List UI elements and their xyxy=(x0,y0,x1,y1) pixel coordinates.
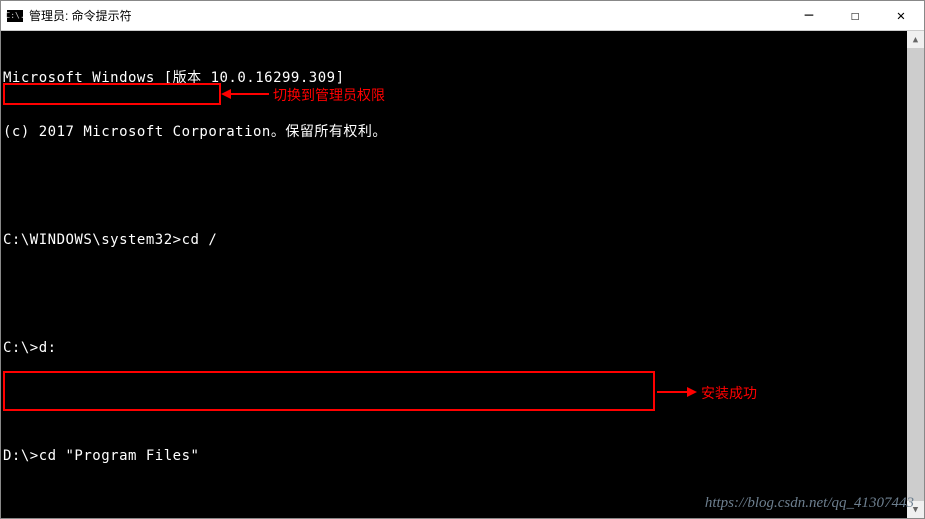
scroll-up-button[interactable]: ▲ xyxy=(907,31,924,48)
close-button[interactable]: ✕ xyxy=(878,1,924,30)
cmd-icon: C:\. xyxy=(7,10,23,22)
vertical-scrollbar[interactable]: ▲ ▼ xyxy=(907,31,924,518)
terminal-line: Microsoft Windows [版本 10.0.16299.309] xyxy=(3,69,924,87)
terminal-line: (c) 2017 Microsoft Corporation。保留所有权利。 xyxy=(3,123,924,141)
window-controls: ─ ☐ ✕ xyxy=(786,1,924,30)
terminal-line: D:\>cd "Program Files" xyxy=(3,447,924,465)
terminal-line: C:\>d: xyxy=(3,339,924,357)
terminal-line xyxy=(3,285,924,303)
terminal-line xyxy=(3,177,924,195)
minimize-button[interactable]: ─ xyxy=(786,1,832,30)
terminal-line xyxy=(3,501,924,518)
scroll-thumb[interactable] xyxy=(907,48,924,501)
scroll-down-button[interactable]: ▼ xyxy=(907,501,924,518)
maximize-button[interactable]: ☐ xyxy=(832,1,878,30)
titlebar[interactable]: C:\. 管理员: 命令提示符 ─ ☐ ✕ xyxy=(1,1,924,31)
window-title: 管理员: 命令提示符 xyxy=(29,7,786,24)
terminal-area[interactable]: Microsoft Windows [版本 10.0.16299.309] (c… xyxy=(1,31,924,518)
terminal-line xyxy=(3,393,924,411)
terminal-line: C:\WINDOWS\system32>cd / xyxy=(3,231,924,249)
cmd-window: C:\. 管理员: 命令提示符 ─ ☐ ✕ Microsoft Windows … xyxy=(0,0,925,519)
